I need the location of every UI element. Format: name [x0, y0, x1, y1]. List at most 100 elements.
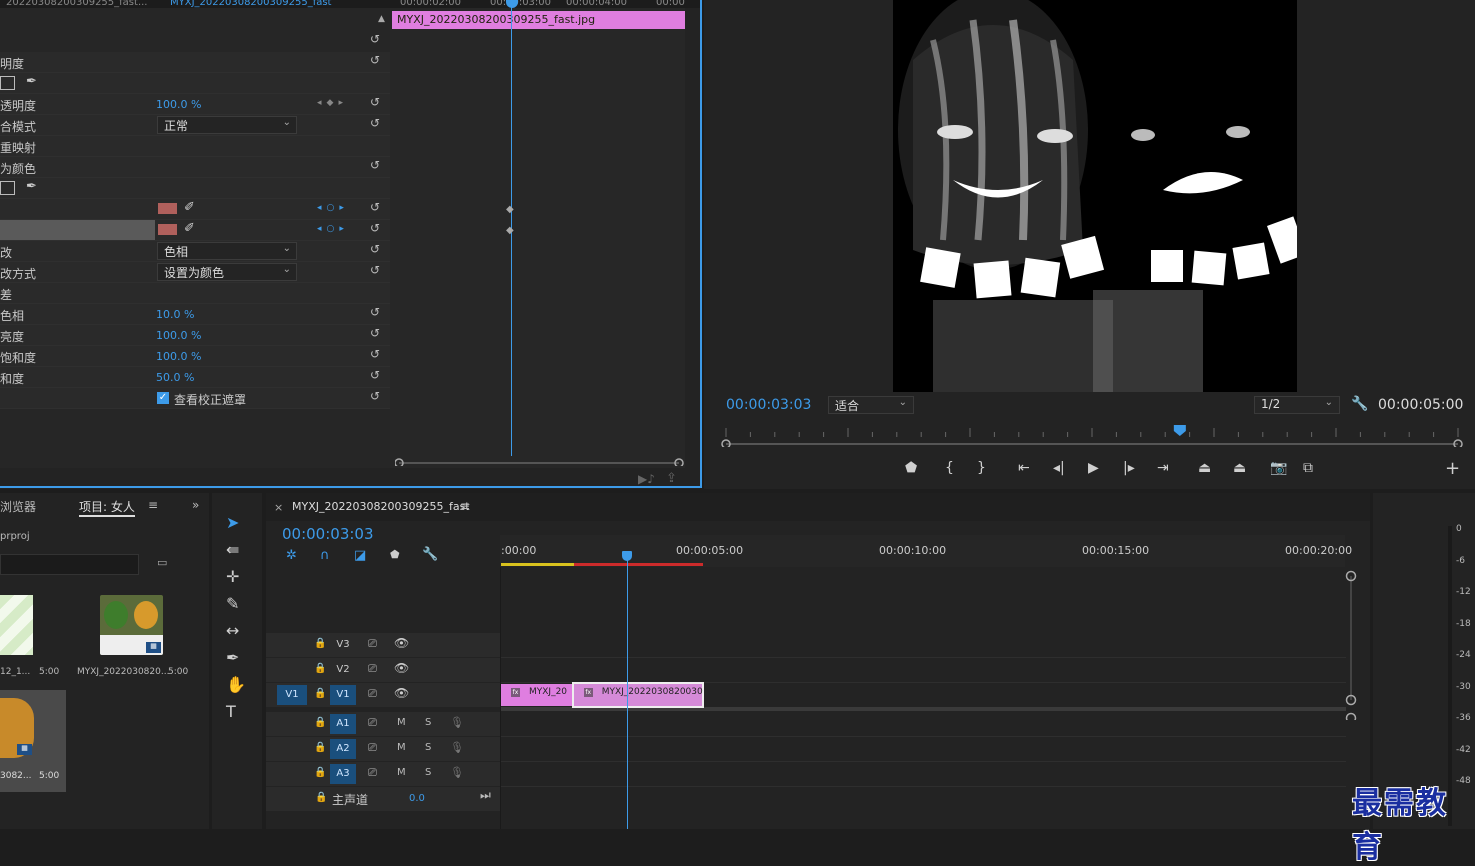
sequence-tab[interactable]: MYXJ_20220308200309255_fast: [292, 500, 470, 513]
lock-icon[interactable]: 🔒: [314, 767, 326, 778]
eyedropper-icon[interactable]: ✐: [184, 221, 195, 236]
reset-icon[interactable]: ↺: [370, 117, 382, 129]
slip-tool-icon[interactable]: ↔: [226, 621, 239, 640]
add-marker-icon[interactable]: ⬟: [905, 460, 917, 476]
close-icon[interactable]: ×: [274, 501, 283, 514]
step-forward-icon[interactable]: |▸: [1123, 460, 1135, 476]
scroll-up-icon[interactable]: ▲: [378, 14, 385, 24]
reset-icon[interactable]: ↺: [370, 348, 382, 360]
item-thumbnail[interactable]: [0, 595, 33, 655]
property-dropdown[interactable]: 正常 ⌄: [157, 116, 297, 134]
new-bin-icon[interactable]: ▭: [157, 556, 167, 569]
sync-lock-icon[interactable]: ⎚: [368, 687, 377, 701]
mute-button[interactable]: M: [397, 717, 406, 728]
razor-tool-icon[interactable]: ✎: [226, 594, 239, 613]
fx-zoom-scrollbar[interactable]: [395, 458, 685, 466]
snap-icon[interactable]: ∩: [320, 548, 330, 563]
fit-dropdown[interactable]: 适合 ⌄: [828, 396, 914, 414]
property-value[interactable]: 100.0 %: [156, 350, 201, 363]
source-patch-v1[interactable]: V1: [277, 685, 307, 705]
wrench-icon[interactable]: 🔧: [1351, 396, 1368, 412]
effect-property-row[interactable]: 和度 50.0 % ↺: [0, 367, 390, 388]
track-target-v3[interactable]: V3: [330, 635, 356, 655]
lock-icon[interactable]: 🔒: [314, 638, 326, 649]
lock-icon[interactable]: 🔒: [315, 792, 327, 803]
effect-property-row[interactable]: 改方式 设置为颜色 ⌄ ↺: [0, 262, 390, 283]
sync-lock-icon[interactable]: ⎚: [368, 662, 377, 676]
program-timecode[interactable]: 00:00:03:03: [726, 397, 811, 413]
mask-pen-icon[interactable]: ✒: [26, 179, 37, 194]
color-swatch[interactable]: [158, 203, 177, 214]
lock-icon[interactable]: 🔒: [314, 663, 326, 674]
track-target-a2[interactable]: A2: [330, 739, 356, 759]
go-to-out-icon[interactable]: ⇥: [1157, 460, 1169, 476]
microphone-icon[interactable]: 🎙: [450, 741, 464, 754]
play-icon[interactable]: ▶: [1088, 460, 1099, 476]
program-playhead[interactable]: [1173, 425, 1186, 436]
keyframe-nav-icon[interactable]: ◂○▸: [317, 203, 349, 213]
reset-icon[interactable]: ↺: [370, 33, 382, 45]
lock-icon[interactable]: 🔒: [314, 717, 326, 728]
eye-icon[interactable]: 👁: [394, 636, 409, 650]
keyframe-diamond-icon[interactable]: ◆: [506, 204, 514, 215]
track-target-v2[interactable]: V2: [330, 660, 356, 680]
tab-source-clip[interactable]: 20220308200309255_fast...: [6, 0, 147, 8]
effect-property-row[interactable]: ◂○▸ ✐ ↺: [0, 220, 390, 241]
add-button-icon[interactable]: +: [1445, 458, 1460, 479]
sync-lock-icon[interactable]: ⎚: [368, 766, 377, 780]
reset-icon[interactable]: ↺: [370, 243, 382, 255]
nest-icon[interactable]: ✲: [286, 548, 297, 563]
effect-property-row[interactable]: 色相 10.0 % ↺: [0, 304, 390, 325]
effect-property-row[interactable]: 为颜色 ↺: [0, 157, 390, 178]
effect-property-row[interactable]: ✒: [0, 178, 390, 199]
mask-rect-icon[interactable]: [0, 76, 15, 90]
effect-property-row[interactable]: 亮度 100.0 % ↺: [0, 325, 390, 346]
eye-icon[interactable]: 👁: [394, 686, 409, 700]
master-volume-value[interactable]: 0.0: [409, 793, 425, 804]
wrench-icon[interactable]: 🔧: [422, 547, 438, 562]
extract-icon[interactable]: ⏏: [1233, 460, 1246, 476]
reset-icon[interactable]: ↺: [370, 201, 382, 213]
reset-icon[interactable]: ↺: [370, 327, 382, 339]
property-dropdown[interactable]: 设置为颜色 ⌄: [157, 263, 297, 281]
solo-button[interactable]: S: [425, 742, 431, 753]
export-icon[interactable]: ⇪: [666, 471, 677, 486]
lock-icon[interactable]: 🔒: [314, 688, 326, 699]
effect-property-row[interactable]: 改 色相 ⌄ ↺: [0, 241, 390, 262]
sync-lock-icon[interactable]: ⎚: [368, 716, 377, 730]
reset-icon[interactable]: ↺: [370, 369, 382, 381]
track-target-v1[interactable]: V1: [330, 685, 356, 705]
eye-icon[interactable]: 👁: [394, 661, 409, 675]
step-back-icon[interactable]: ◂|: [1053, 460, 1065, 476]
effect-property-row[interactable]: 透明度 100.0 % ◂◆▸ ↺: [0, 94, 390, 115]
reset-icon[interactable]: ↺: [370, 222, 382, 234]
property-value[interactable]: 100.0 %: [156, 98, 201, 111]
selection-tool-icon[interactable]: ➤: [226, 513, 239, 532]
linked-selection-icon[interactable]: ◪: [354, 548, 366, 563]
hand-tool-icon[interactable]: ✋: [226, 675, 246, 694]
tab-media-browser[interactable]: 浏览器: [0, 498, 36, 515]
panel-menu-icon[interactable]: ≡: [148, 498, 158, 512]
property-value[interactable]: 10.0 %: [156, 308, 194, 321]
timeline-clip[interactable]: fx MYXJ_20: [501, 684, 573, 706]
ripple-edit-tool-icon[interactable]: ✛: [226, 567, 239, 586]
reset-icon[interactable]: ↺: [370, 96, 382, 108]
effect-property-row[interactable]: 合模式 正常 ⌄ ↺: [0, 115, 390, 136]
timeline-timecode[interactable]: 00:00:03:03: [282, 525, 374, 543]
timeline-clip[interactable]: fx MYXJ_2022030820030: [571, 682, 704, 708]
effect-property-row[interactable]: ✒: [0, 73, 390, 94]
reset-icon[interactable]: ↺: [370, 390, 382, 402]
keyframe-diamond-icon[interactable]: ◆: [506, 225, 514, 236]
tab-sequence-clip[interactable]: MYXJ_20220308200309255_fast: [170, 0, 331, 8]
camera-icon[interactable]: 📷: [1270, 460, 1287, 476]
keyframe-nav-icon[interactable]: ◂◆▸: [317, 98, 348, 108]
panel-menu-icon[interactable]: ≡: [460, 499, 470, 513]
go-to-end-icon[interactable]: ⏭: [480, 788, 491, 803]
pen-tool-icon[interactable]: ✒: [226, 648, 239, 667]
sync-lock-icon[interactable]: ⎚: [368, 637, 377, 651]
property-value[interactable]: 100.0 %: [156, 329, 201, 342]
checkbox-icon[interactable]: ✓: [157, 392, 169, 404]
mark-out-icon[interactable]: }: [977, 460, 986, 476]
track-target-a1[interactable]: A1: [330, 714, 356, 734]
reset-icon[interactable]: ↺: [370, 264, 382, 276]
